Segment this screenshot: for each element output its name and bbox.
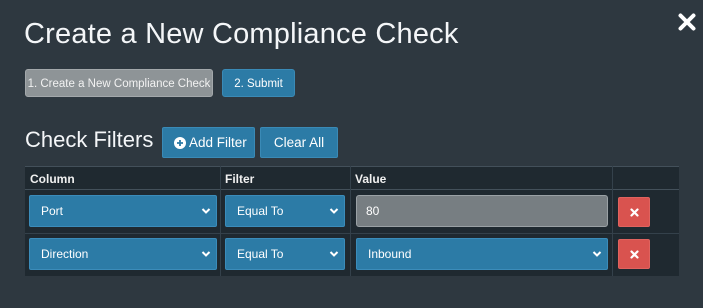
page-title: Create a New Compliance Check <box>24 18 459 50</box>
step-create-compliance-check[interactable]: 1. Create a New Compliance Check <box>25 69 213 97</box>
column-divider <box>612 166 613 276</box>
column-divider <box>220 166 221 276</box>
add-filter-label: Add Filter <box>189 135 247 150</box>
row-2-filter-value: Equal To <box>237 247 284 261</box>
row-2-value-select[interactable]: Inbound <box>356 238 608 270</box>
row-1-filter-select[interactable]: Equal To <box>225 195 345 227</box>
table-header: Column Filter Value <box>25 166 679 190</box>
plus-circle-icon <box>174 137 186 149</box>
chevron-down-icon <box>592 251 602 257</box>
row-2-column-value: Direction <box>41 247 89 261</box>
times-icon <box>630 250 639 259</box>
filters-table: Column Filter Value Port Equal To 80 Dir… <box>25 166 679 276</box>
close-icon <box>678 13 696 31</box>
row-2-filter-select[interactable]: Equal To <box>225 238 345 270</box>
times-icon <box>630 208 639 217</box>
clear-all-button[interactable]: Clear All <box>260 127 338 158</box>
step-submit[interactable]: 2. Submit <box>222 69 295 97</box>
chevron-down-icon <box>201 208 211 214</box>
row-1-column-select[interactable]: Port <box>29 195 217 227</box>
row-1-filter-value: Equal To <box>237 204 284 218</box>
column-header-filter: Filter <box>225 172 255 186</box>
row-1-delete-button[interactable] <box>618 197 650 227</box>
row-2-column-select[interactable]: Direction <box>29 238 217 270</box>
chevron-down-icon <box>201 251 211 257</box>
close-button[interactable] <box>678 12 696 32</box>
column-header-column: Column <box>30 172 75 186</box>
chevron-down-icon <box>329 208 339 214</box>
row-1-value-input[interactable]: 80 <box>356 195 608 227</box>
chevron-down-icon <box>329 251 339 257</box>
row-2-value: Inbound <box>368 247 412 261</box>
row-divider <box>25 233 679 234</box>
row-1-column-value: Port <box>41 204 64 218</box>
column-header-value: Value <box>355 172 387 186</box>
add-filter-button[interactable]: Add Filter <box>162 127 255 158</box>
column-divider <box>350 166 351 276</box>
row-2-delete-button[interactable] <box>618 239 650 269</box>
check-filters-heading: Check Filters <box>25 127 154 152</box>
